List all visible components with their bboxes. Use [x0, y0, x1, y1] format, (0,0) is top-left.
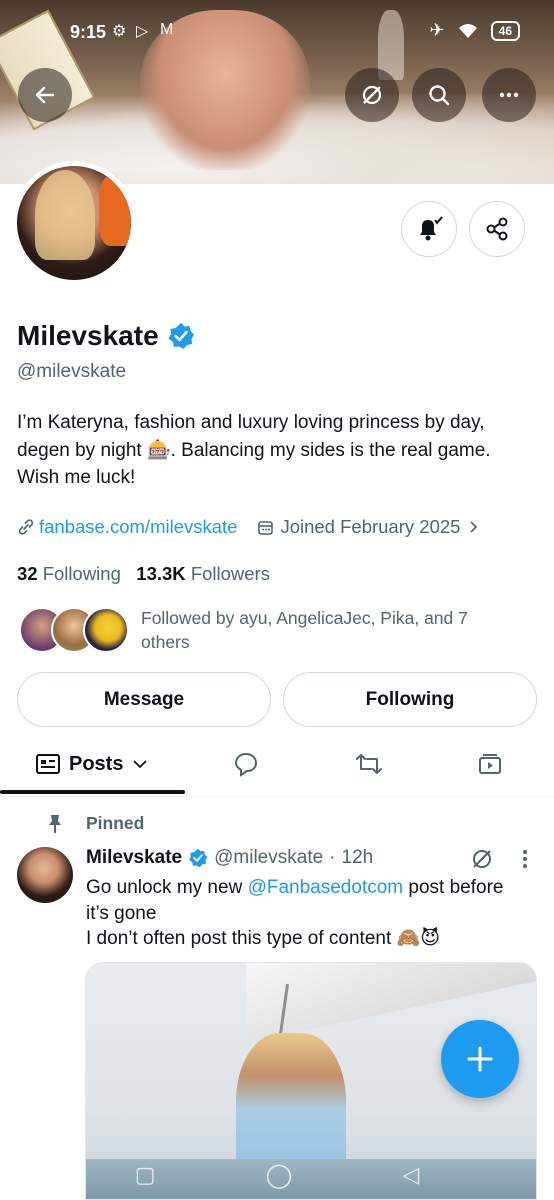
nav-recents-icon[interactable]: ▢ [135, 1162, 156, 1188]
post-actions [470, 847, 528, 871]
back-button[interactable] [18, 68, 72, 122]
share-icon [486, 217, 508, 241]
grok-icon[interactable] [470, 847, 494, 871]
avatar-background [99, 176, 131, 246]
pinned-label: Pinned [86, 813, 145, 833]
search-icon [429, 85, 450, 106]
post-text-start: Go unlock my new [86, 877, 248, 898]
battery-indicator: 46 [490, 20, 520, 41]
profile-handle: @milevskate [17, 361, 127, 382]
tab-reposts[interactable] [355, 735, 383, 793]
grok-button[interactable] [345, 68, 399, 122]
system-nav-bar: ▢ ◯ ◁ [0, 1150, 554, 1200]
arrow-left-icon [35, 86, 55, 104]
tab-media[interactable] [477, 735, 503, 793]
verified-badge-icon[interactable] [167, 322, 195, 350]
more-button[interactable] [482, 68, 536, 122]
wifi-icon [458, 23, 477, 38]
grok-icon [362, 85, 382, 105]
calendar-icon [258, 520, 274, 535]
status-time: 9:15 [70, 22, 107, 42]
following-count: 32 [17, 563, 38, 584]
following-button[interactable]: Following [283, 672, 537, 727]
verified-badge-icon [189, 848, 208, 868]
joined-date: Joined February 2025 [280, 516, 461, 537]
post-text-line2: I don’t often post this type of content … [86, 928, 440, 949]
gear-icon: ⚙ [112, 23, 133, 40]
share-button[interactable] [469, 201, 525, 257]
status-right: ✈ 46 [430, 20, 520, 41]
link-icon [18, 519, 34, 535]
search-button[interactable] [412, 68, 466, 122]
post-more-icon[interactable] [522, 849, 528, 869]
post-author-handle[interactable]: @milevskate [214, 847, 323, 869]
profile-name: Milevskate [17, 320, 195, 352]
post-separator: · [329, 847, 336, 868]
chevron-down-icon [133, 760, 148, 769]
following-count-link[interactable]: 32 Following [17, 563, 121, 584]
nav-home-icon[interactable]: ◯ [266, 1161, 293, 1190]
profile-tabs: Posts [0, 735, 554, 797]
airplane-icon: ✈ [429, 20, 445, 40]
post-author-avatar[interactable] [17, 847, 73, 903]
following-label: Following [42, 563, 121, 584]
play-store-icon: ▷ [136, 23, 155, 40]
tab-posts[interactable]: Posts [35, 735, 149, 793]
pinned-indicator: Pinned [46, 813, 144, 834]
avatar-hair [35, 170, 95, 260]
message-button[interactable]: Message [17, 672, 271, 727]
repost-icon [356, 754, 382, 774]
notifications-button[interactable] [401, 201, 457, 257]
post-time[interactable]: 12h [342, 847, 374, 869]
followers-count-link[interactable]: 13.3K Followers [136, 563, 270, 584]
status-bar: 9:15 ⚙ ▷ M ✈ 46 [0, 18, 554, 48]
reply-icon [234, 752, 258, 777]
post-header: Milevskate @milevskate · 12h [86, 847, 373, 869]
profile-bio: I’m Kateryna, fashion and luxury loving … [17, 412, 491, 488]
video-icon [479, 754, 501, 774]
follow-counts: 32 Following 13.3K Followers [17, 563, 270, 585]
profile-website-link[interactable]: fanbase.com/milevskate [39, 516, 237, 538]
post-text: Go unlock my new @Fanbasedotcom post bef… [86, 875, 526, 952]
tab-replies[interactable] [233, 735, 259, 793]
followers-count: 13.3K [136, 563, 186, 584]
post-mention-link[interactable]: @Fanbasedotcom [248, 877, 404, 898]
posts-icon [36, 754, 60, 774]
compose-button[interactable] [441, 1020, 519, 1098]
followed-by[interactable]: Followed by ayu, AngelicaJec, Pika, and … [17, 603, 537, 655]
gmail-icon: M [160, 21, 180, 38]
followers-label: Followers [190, 563, 270, 584]
more-icon [499, 92, 519, 98]
follower-avatar [83, 607, 129, 653]
post-author-name[interactable]: Milevskate [86, 847, 182, 869]
profile-meta: fanbase.com/milevskate Joined February 2… [17, 516, 480, 538]
profile-joined[interactable]: Joined February 2025 [257, 516, 480, 538]
tab-posts-label: Posts [69, 752, 124, 775]
pin-icon [49, 814, 61, 833]
followed-by-text: Followed by ayu, AngelicaJec, Pika, and … [141, 608, 468, 652]
display-name: Milevskate [17, 320, 159, 351]
nav-back-icon[interactable]: ◁ [402, 1162, 419, 1188]
chevron-right-icon [470, 521, 478, 533]
profile-avatar[interactable] [12, 161, 136, 285]
bell-check-icon [420, 216, 443, 241]
plus-icon [467, 1046, 493, 1072]
active-tab-indicator [0, 790, 185, 794]
